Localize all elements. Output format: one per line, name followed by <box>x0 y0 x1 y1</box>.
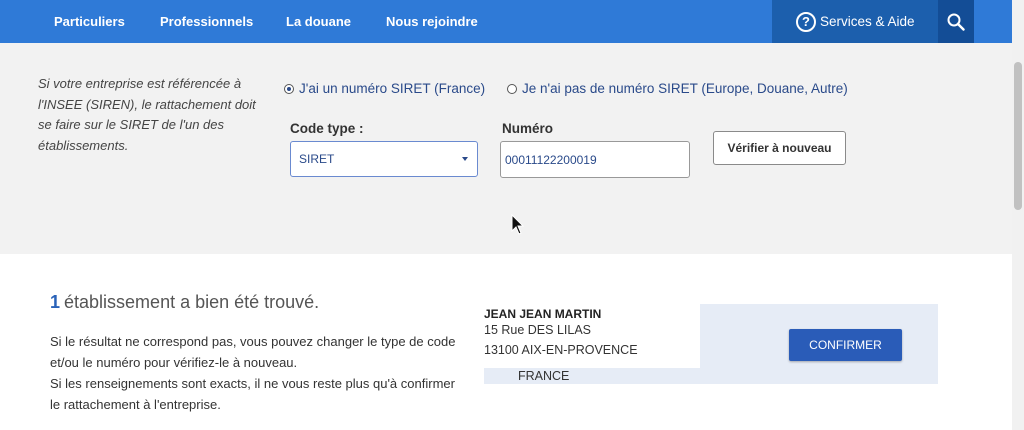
radio-no-siret-label: Je n'ai pas de numéro SIRET (Europe, Dou… <box>522 81 848 96</box>
siren-info-text: Si votre entreprise est référencée à l'I… <box>38 76 256 153</box>
nav-professionnels[interactable]: Professionnels <box>160 0 253 43</box>
search-button[interactable] <box>938 0 974 43</box>
code-type-value: SIRET <box>299 152 335 166</box>
radio-no-siret[interactable]: Je n'ai pas de numéro SIRET (Europe, Dou… <box>507 81 848 96</box>
radio-unchecked-icon <box>507 83 517 94</box>
help-circle-icon: ? <box>796 11 816 32</box>
company-address-street: 15 Rue DES LILAS <box>484 323 592 337</box>
result-text-line: Si les renseignements sont exacts, il ne… <box>50 376 455 391</box>
scrollbar-thumb[interactable] <box>1014 62 1022 210</box>
verify-again-button[interactable]: Vérifier à nouveau <box>713 131 846 165</box>
services-aide-label: Services & Aide <box>820 14 915 29</box>
nav-la-douane[interactable]: La douane <box>286 0 351 43</box>
result-count: 1 <box>50 292 61 312</box>
result-text-line: Si le résultat ne correspond pas, vous p… <box>50 334 456 349</box>
code-type-select[interactable]: SIRET <box>290 141 478 177</box>
result-text-line: et/ou le numéro pour vérifiez-le à nouve… <box>50 355 298 370</box>
nav-nous-rejoindre[interactable]: Nous rejoindre <box>386 0 478 43</box>
result-title: 1 établissement a bien été trouvé. <box>50 292 319 313</box>
numero-input[interactable] <box>500 141 690 178</box>
company-country: FRANCE <box>518 369 570 383</box>
radio-checked-icon <box>284 83 294 94</box>
caret-down-icon <box>462 157 468 161</box>
company-name: JEAN JEAN MARTIN <box>484 307 602 321</box>
page-scrollbar[interactable] <box>1012 0 1024 430</box>
company-address-city: 13100 AIX-EN-PROVENCE <box>484 343 638 357</box>
company-result-card: JEAN JEAN MARTIN 15 Rue DES LILAS 13100 … <box>484 304 938 384</box>
top-navbar: Particuliers Professionnels La douane No… <box>0 0 1012 43</box>
radio-has-siret[interactable]: J'ai un numéro SIRET (France) <box>284 81 485 96</box>
nav-particuliers[interactable]: Particuliers <box>54 0 125 43</box>
search-icon <box>947 13 965 31</box>
result-title-text: établissement a bien été trouvé. <box>64 292 320 312</box>
numero-label: Numéro <box>502 121 554 136</box>
confirm-button[interactable]: CONFIRMER <box>789 329 902 361</box>
siret-form-panel: Si votre entreprise est référencée à l'I… <box>0 43 1012 254</box>
result-text-line: le rattachement à l'entreprise. <box>50 397 221 412</box>
mouse-pointer-icon <box>511 214 525 235</box>
radio-has-siret-label: J'ai un numéro SIRET (France) <box>299 81 486 96</box>
result-explanation: Si le résultat ne correspond pas, vous p… <box>50 331 490 415</box>
services-aide-button[interactable]: ? Services & Aide <box>772 0 938 43</box>
code-type-label: Code type : <box>290 121 364 136</box>
